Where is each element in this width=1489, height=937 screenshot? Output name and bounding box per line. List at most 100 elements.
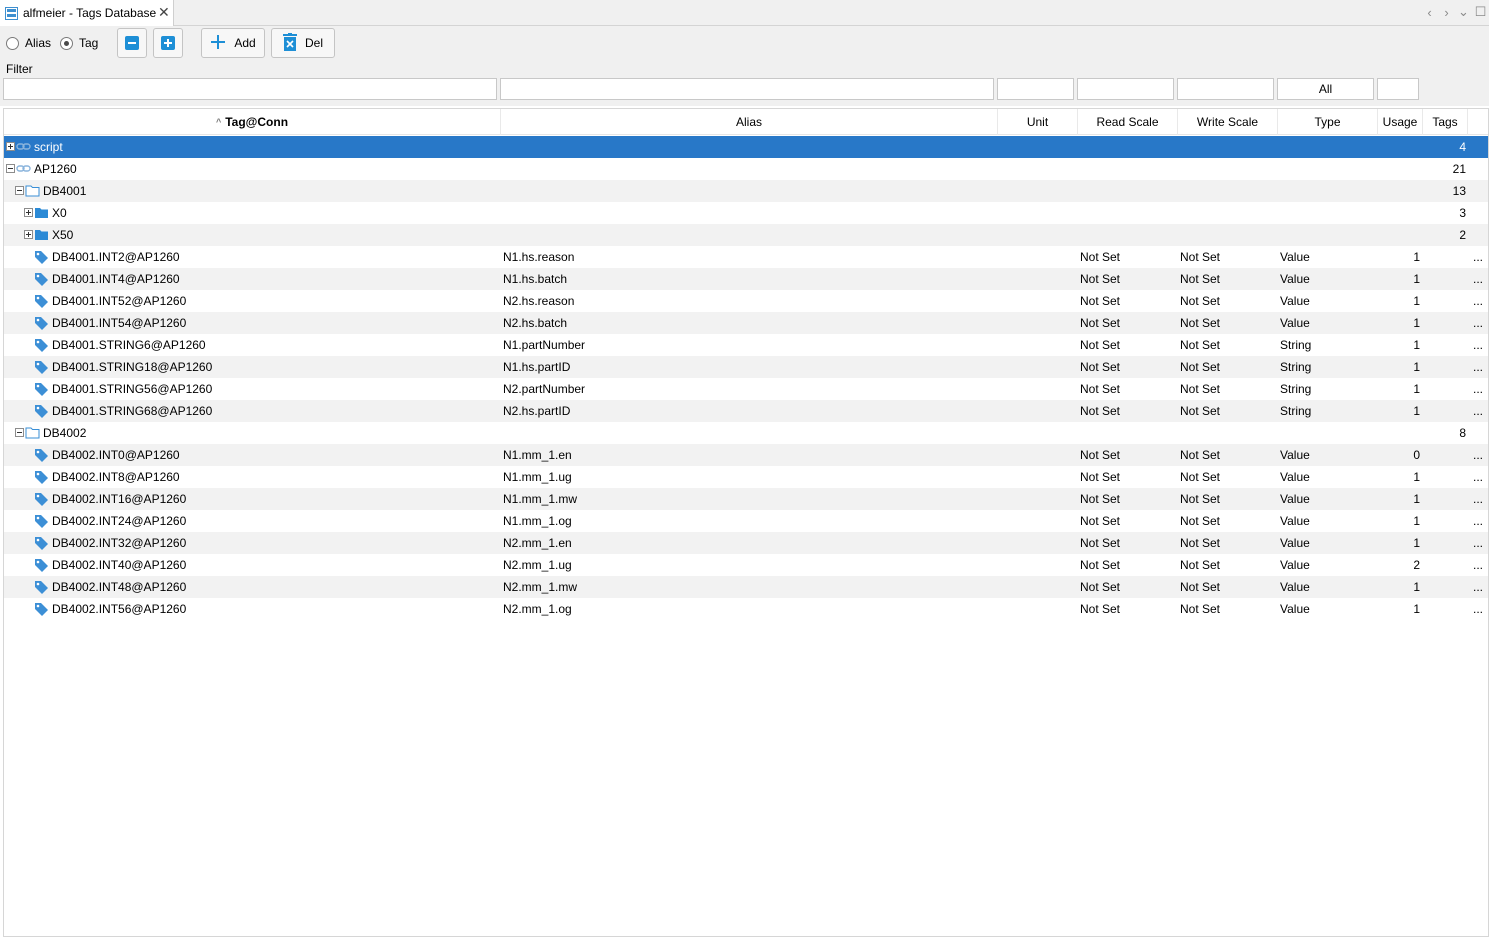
table-row[interactable]: DB4001.STRING68@AP1260 N2.hs.partID Not Se… [4,400,1488,422]
expand-node-icon[interactable] [24,208,33,217]
row-more-button[interactable]: ... [1473,334,1487,356]
tab-strip: alfmeier - Tags Database ✕ ‹ › ⌄ ☐ [0,0,1489,26]
node-tag-count: 8 [1459,426,1466,440]
tag-alias: N1.mm_1.ug [503,470,572,484]
alias-radio[interactable]: Alias [6,36,51,50]
table-row[interactable]: DB4002.INT0@AP1260 N1.mm_1.en Not Set Not S… [4,444,1488,466]
table-row[interactable]: DB4002.INT48@AP1260 N2.mm_1.mw Not Set Not … [4,576,1488,598]
table-row[interactable]: DB4002.INT56@AP1260 N2.mm_1.og Not Set Not … [4,598,1488,620]
tag-alias: N1.hs.partID [503,360,571,374]
column-header-tags[interactable]: Tags [1423,109,1468,135]
expand-node-icon[interactable] [6,142,15,151]
tag-write-scale: Not Set [1180,360,1221,374]
row-more-button[interactable]: ... [1473,554,1487,576]
row-more-button[interactable]: ... [1473,400,1487,422]
row-more-button[interactable]: ... [1473,246,1487,268]
tree-node-row[interactable]: DB4001 13 [4,180,1488,202]
close-tab-icon[interactable]: ✕ [158,4,170,20]
tag-type: String [1280,404,1312,418]
tag-type: Value [1280,536,1310,550]
unit-filter-input[interactable] [997,78,1074,100]
column-header-unit[interactable]: Unit [998,109,1078,135]
table-row[interactable]: DB4002.INT16@AP1260 N1.mm_1.mw Not Set Not … [4,488,1488,510]
tag-type: Value [1280,448,1310,462]
row-more-button[interactable]: ... [1473,466,1487,488]
alias-filter-input[interactable] [500,78,994,100]
node-name: script [34,140,63,154]
row-more-button[interactable]: ... [1473,290,1487,312]
column-header-usage[interactable]: Usage [1378,109,1423,135]
chevron-down-icon[interactable]: ⌄ [1455,3,1472,21]
tag-read-scale: Not Set [1080,602,1121,616]
tag-read-scale: Not Set [1080,470,1121,484]
row-more-button[interactable]: ... [1473,532,1487,554]
tag-write-scale: Not Set [1180,580,1221,594]
table-row[interactable]: DB4001.INT54@AP1260 N2.hs.batch Not Set Not… [4,312,1488,334]
table-row[interactable]: DB4001.STRING6@AP1260 N1.partNumber Not Se… [4,334,1488,356]
tag-icon [34,602,49,616]
add-button[interactable]: Add [201,28,265,58]
row-more-button[interactable]: ... [1473,268,1487,290]
tree-node-row[interactable]: DB4002 8 [4,422,1488,444]
tag-alias: N1.partNumber [503,338,586,352]
row-more-button[interactable]: ... [1473,378,1487,400]
expand-node-icon[interactable] [24,230,33,239]
table-row[interactable]: DB4002.INT24@AP1260 N1.mm_1.og Not Set Not … [4,510,1488,532]
link-icon [16,140,31,153]
table-row[interactable]: DB4001.INT52@AP1260 N2.hs.reason Not Set No… [4,290,1488,312]
tree-node-row[interactable]: script 4 [4,136,1488,158]
row-more-button[interactable]: ... [1473,510,1487,532]
table-row[interactable]: DB4002.INT32@AP1260 N2.mm_1.en Not Set Not … [4,532,1488,554]
tag-radio-label: Tag [79,36,99,50]
table-row[interactable]: DB4001.STRING56@AP1260 N2.partNumber Not S… [4,378,1488,400]
table-row[interactable]: DB4002.INT8@AP1260 N1.mm_1.ug Not Set Not S… [4,466,1488,488]
collapse-node-icon[interactable] [15,186,24,195]
chevron-left-icon[interactable]: ‹ [1421,3,1438,21]
tag-name: DB4001.STRING18@AP1260 [52,360,213,374]
row-more-button[interactable]: ... [1473,598,1487,620]
collapse-node-icon[interactable] [6,164,15,173]
node-tag-count: 3 [1459,206,1466,220]
collapse-all-button[interactable] [117,28,147,58]
tag-filter-input[interactable] [3,78,497,100]
chevron-right-icon[interactable]: › [1438,3,1455,21]
expand-all-button[interactable] [153,28,183,58]
row-more-button[interactable]: ... [1473,576,1487,598]
row-more-button[interactable]: ... [1473,312,1487,334]
tag-alias: N1.mm_1.en [503,448,572,462]
tab-tags-database[interactable]: alfmeier - Tags Database ✕ [0,0,174,26]
usage-filter-input[interactable] [1377,78,1419,100]
table-row[interactable]: DB4001.STRING18@AP1260 N1.hs.partID Not Se… [4,356,1488,378]
column-header-type[interactable]: Type [1278,109,1378,135]
tag-usage: 2 [1413,558,1420,572]
tag-name: DB4001.INT54@AP1260 [52,316,187,330]
row-more-button[interactable]: ... [1473,488,1487,510]
tree-node-row[interactable]: X0 3 [4,202,1488,224]
collapse-node-icon[interactable] [15,428,24,437]
tag-read-scale: Not Set [1080,250,1121,264]
column-header-alias[interactable]: Alias [501,109,998,135]
delete-button[interactable]: Del [271,28,335,58]
write-scale-filter-input[interactable] [1177,78,1274,100]
tag-alias: N2.mm_1.en [503,536,572,550]
folder-icon [34,206,49,219]
maximize-icon[interactable]: ☐ [1472,3,1489,21]
row-more-button[interactable]: ... [1473,444,1487,466]
table-row[interactable]: DB4001.INT4@AP1260 N1.hs.batch Not Set Not … [4,268,1488,290]
column-header-write-scale[interactable]: Write Scale [1178,109,1278,135]
type-filter-select[interactable] [1277,78,1374,100]
tag-usage: 1 [1413,514,1420,528]
tag-usage: 1 [1413,250,1420,264]
table-row[interactable]: DB4001.INT2@AP1260 N1.hs.reason Not Set Not… [4,246,1488,268]
tree-node-row[interactable]: AP1260 21 [4,158,1488,180]
row-more-button[interactable]: ... [1473,356,1487,378]
tree-node-row[interactable]: X50 2 [4,224,1488,246]
column-header-read-scale[interactable]: Read Scale [1078,109,1178,135]
column-header-tag[interactable]: ^ Tag@Conn [4,109,501,135]
tag-icon [34,514,49,528]
column-header-tag-label: Tag@Conn [225,115,289,129]
tag-type: Value [1280,294,1310,308]
read-scale-filter-input[interactable] [1077,78,1174,100]
table-row[interactable]: DB4002.INT40@AP1260 N2.mm_1.ug Not Set Not … [4,554,1488,576]
tag-radio[interactable]: Tag [60,36,98,50]
